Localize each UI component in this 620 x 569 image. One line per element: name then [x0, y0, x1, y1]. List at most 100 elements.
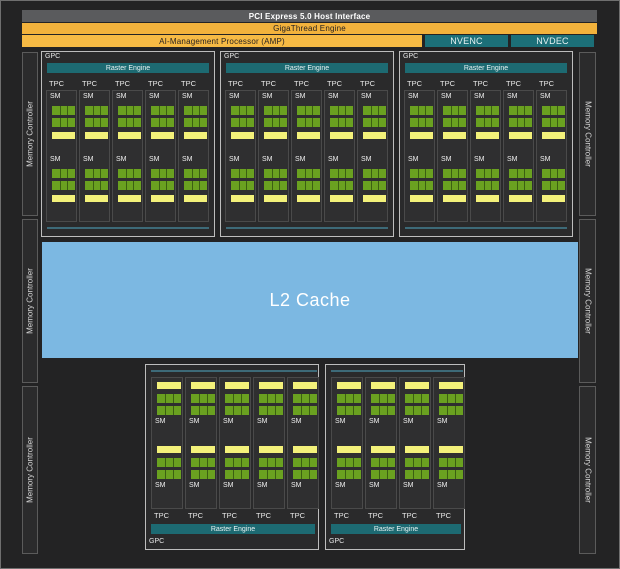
sm-label: SM — [295, 156, 306, 163]
sm-label: SM — [262, 156, 273, 163]
cuda-core-block — [330, 181, 353, 190]
sm-label: SM — [474, 93, 485, 100]
gpc-interconnect — [331, 370, 463, 372]
sm-label: SM — [223, 482, 234, 489]
cuda-core-block — [184, 118, 207, 127]
tensor-unit — [118, 132, 141, 139]
tpc-label: TPC — [261, 79, 276, 88]
sm-label: SM — [189, 418, 200, 425]
sm-label: SM — [408, 156, 419, 163]
sm-label: SM — [262, 93, 273, 100]
sm-label: SM — [507, 156, 518, 163]
cuda-core-block — [410, 169, 433, 178]
sm-label: SM — [437, 418, 448, 425]
raster-engine: Raster Engine — [226, 63, 388, 73]
sm-label: SM — [295, 93, 306, 100]
cuda-core-block — [363, 118, 386, 127]
tensor-unit — [231, 195, 254, 202]
pcie-host-interface: PCI Express 5.0 Host Interface — [22, 10, 597, 22]
cuda-core-block — [191, 470, 215, 479]
tpc-label: TPC — [360, 79, 375, 88]
tensor-unit — [264, 195, 287, 202]
raster-engine: Raster Engine — [151, 524, 315, 534]
tensor-unit — [293, 446, 317, 453]
sm-label: SM — [116, 93, 127, 100]
cuda-core-block — [85, 118, 108, 127]
tensor-unit — [542, 195, 565, 202]
sm-label: SM — [441, 156, 452, 163]
tpc-label: TPC — [82, 79, 97, 88]
l2-cache-label: L2 Cache — [269, 289, 351, 310]
memory-controller-left-top: Memory Controller — [22, 52, 38, 216]
cuda-core-block — [225, 470, 249, 479]
cuda-core-block — [225, 458, 249, 467]
sm-label: SM — [328, 93, 339, 100]
tensor-unit — [118, 195, 141, 202]
cuda-core-block — [439, 394, 463, 403]
tensor-unit — [259, 382, 283, 389]
cuda-core-block — [371, 458, 395, 467]
memory-controller-right-bottom: Memory Controller — [579, 386, 596, 554]
tensor-unit — [443, 195, 466, 202]
cuda-core-block — [443, 106, 466, 115]
tensor-unit — [330, 132, 353, 139]
cuda-core-block — [264, 181, 287, 190]
tensor-unit — [330, 195, 353, 202]
tpc-label: TPC — [473, 79, 488, 88]
sm-label: SM — [403, 418, 414, 425]
memory-controller-left-bottom: Memory Controller — [22, 386, 38, 554]
tensor-unit — [225, 382, 249, 389]
tensor-unit — [184, 132, 207, 139]
sm-label: SM — [361, 93, 372, 100]
cuda-core-block — [85, 181, 108, 190]
tpc-label: TPC — [49, 79, 64, 88]
cuda-core-block — [476, 118, 499, 127]
sm-label: SM — [257, 482, 268, 489]
tpc-label: TPC — [181, 79, 196, 88]
cuda-core-block — [509, 169, 532, 178]
cuda-core-block — [293, 394, 317, 403]
tensor-unit — [542, 132, 565, 139]
cuda-core-block — [439, 406, 463, 415]
cuda-core-block — [264, 106, 287, 115]
cuda-core-block — [410, 106, 433, 115]
tensor-unit — [85, 195, 108, 202]
sm-label: SM — [149, 156, 160, 163]
cuda-core-block — [443, 169, 466, 178]
sm-label: SM — [155, 482, 166, 489]
cuda-core-block — [259, 406, 283, 415]
cuda-core-block — [52, 181, 75, 190]
raster-engine: Raster Engine — [47, 63, 209, 73]
gigathread-engine: GigaThread Engine — [22, 23, 597, 34]
cuda-core-block — [337, 470, 361, 479]
cuda-core-block — [293, 470, 317, 479]
tensor-unit — [443, 132, 466, 139]
cuda-core-block — [225, 406, 249, 415]
gpc-interconnect — [151, 370, 317, 372]
tensor-unit — [363, 132, 386, 139]
cuda-core-block — [118, 106, 141, 115]
cuda-core-block — [476, 169, 499, 178]
tpc-label: TPC — [539, 79, 554, 88]
cuda-core-block — [118, 118, 141, 127]
cuda-core-block — [439, 458, 463, 467]
cuda-core-block — [542, 181, 565, 190]
cuda-core-block — [191, 394, 215, 403]
cuda-core-block — [151, 118, 174, 127]
amp-label: AI-Management Processor (AMP) — [159, 36, 285, 46]
memory-controller-right-middle: Memory Controller — [579, 219, 596, 383]
memory-controller-label: Memory Controller — [25, 268, 35, 334]
tensor-unit — [509, 132, 532, 139]
tensor-unit — [297, 132, 320, 139]
cuda-core-block — [184, 169, 207, 178]
cuda-core-block — [264, 118, 287, 127]
cuda-core-block — [191, 406, 215, 415]
cuda-core-block — [225, 394, 249, 403]
tensor-unit — [371, 382, 395, 389]
raster-engine: Raster Engine — [331, 524, 461, 534]
gpc-label: GPC — [45, 53, 61, 60]
tensor-unit — [410, 195, 433, 202]
cuda-core-block — [85, 169, 108, 178]
cuda-core-block — [118, 169, 141, 178]
sm-label: SM — [189, 482, 200, 489]
